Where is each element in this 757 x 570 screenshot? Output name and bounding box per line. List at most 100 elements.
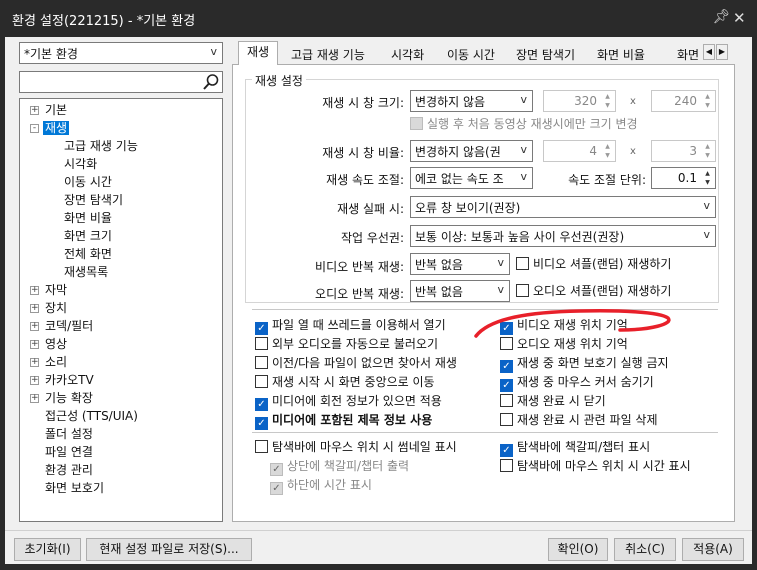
checks-left-checkbox[interactable]: ✓ 파일 열 때 쓰레드를 이용해서 열기 [255, 317, 446, 335]
tree-item-folder[interactable]: 폴더 설정 [45, 425, 93, 443]
tree-item-audio[interactable]: + 소리 [30, 353, 67, 371]
speed-select[interactable]: 에코 없는 속도 조 v [410, 167, 533, 189]
ratio-height-stepper[interactable]: 3 ▲ ▼ [651, 140, 716, 162]
tree-item-device[interactable]: + 장치 [30, 299, 67, 317]
first-only-checkbox[interactable]: 실행 후 처음 동영상 재생시에만 크기 변경 [410, 116, 638, 132]
window-title: 환경 설정(221215) - *기본 환경 [12, 14, 196, 29]
pin-icon[interactable]: 📌︎ [710, 9, 731, 25]
tab-playback[interactable]: 재생 [238, 41, 279, 65]
height-value: 240 [674, 94, 697, 108]
height-stepper[interactable]: 240 ▲ ▼ [651, 90, 716, 112]
speed-value: 에코 없는 속도 조 [415, 172, 504, 186]
expand-icon[interactable]: + [30, 286, 39, 295]
search-icon[interactable] [202, 73, 220, 91]
tab-visualization[interactable]: 시각화 [382, 44, 433, 64]
tree-item-visualization[interactable]: 시각화 [64, 155, 97, 173]
expand-icon[interactable]: + [30, 106, 39, 115]
tree-item-screensaver[interactable]: 화면 보호기 [45, 479, 104, 497]
chapter-checkbox[interactable]: ✓ 탐색바에 책갈피/챕터 표시 [500, 439, 651, 457]
tab-advanced[interactable]: 고급 재생 기능 [282, 44, 374, 64]
checks-right-checkbox[interactable]: 재생 완료 시 관련 파일 삭제 [500, 412, 658, 428]
expand-icon[interactable]: + [30, 340, 39, 349]
collapse-icon[interactable]: - [30, 124, 39, 133]
chapter-label: 탐색바에 책갈피/챕터 표시 [517, 440, 651, 454]
chevron-down-icon: v [497, 256, 504, 269]
video-shuffle-checkbox[interactable]: 비디오 셔플(랜덤) 재생하기 [516, 256, 671, 272]
audio-shuffle-checkbox[interactable]: 오디오 셔플(랜덤) 재생하기 [516, 283, 671, 299]
tree-item-size[interactable]: 화면 크기 [64, 227, 112, 245]
priority-select[interactable]: 보통 이상: 보통과 높음 사이 우선권(권장) v [410, 225, 716, 247]
tree-item-video[interactable]: + 영상 [30, 335, 67, 353]
close-icon[interactable]: ✕ [733, 9, 746, 27]
tree-item-fullscreen[interactable]: 전체 화면 [64, 245, 112, 263]
checkbox-box: ✓ [500, 379, 513, 392]
checks-right-checkbox[interactable]: 재생 완료 시 닫기 [500, 393, 606, 409]
tab-aspect[interactable]: 화면 비율 [588, 44, 654, 64]
thumbnail-checkbox[interactable]: 탐색바에 마우스 위치 시 썸네일 표시 [255, 439, 457, 455]
checkbox-label: 파일 열 때 쓰레드를 이용해서 열기 [272, 318, 446, 332]
mouse-time-checkbox[interactable]: 탐색바에 마우스 위치 시 시간 표시 [500, 458, 691, 474]
tree-item-kakaotv[interactable]: + 카카오TV [30, 371, 94, 389]
video-repeat-select[interactable]: 반복 없음 v [410, 253, 510, 275]
tree-item-subtitles[interactable]: + 자막 [30, 281, 67, 299]
expand-icon[interactable]: + [30, 304, 39, 313]
expand-icon[interactable]: + [30, 322, 39, 331]
cancel-button[interactable]: 취소(C) [614, 538, 676, 561]
window-ratio-select[interactable]: 변경하지 않음(권 v [410, 140, 533, 162]
spin-arrows-icon[interactable]: ▲ ▼ [701, 92, 714, 110]
apply-button[interactable]: 적용(A) [682, 538, 744, 561]
checkbox-label: 이전/다음 파일이 없으면 찾아서 재생 [272, 356, 457, 370]
expand-icon[interactable]: + [30, 358, 39, 367]
checks-left-checkbox[interactable]: ✓ 미디어에 포함된 제목 정보 사용 [255, 412, 432, 430]
expand-icon[interactable]: + [30, 376, 39, 385]
tree-item-association[interactable]: 파일 연결 [45, 443, 93, 461]
tree-item-aspect[interactable]: 화면 비율 [64, 209, 112, 227]
tab-seek-time[interactable]: 이동 시간 [438, 44, 504, 64]
tree-item-basic[interactable]: + 기본 [30, 101, 67, 119]
tree-item-profiles[interactable]: 환경 관리 [45, 461, 93, 479]
checks-left-checkbox[interactable]: ✓ 미디어에 회전 정보가 있으면 적용 [255, 393, 442, 411]
ratio-width-stepper[interactable]: 4 ▲ ▼ [543, 140, 616, 162]
tree-item-extensions[interactable]: + 기능 확장 [30, 389, 93, 407]
checkbox-box [500, 459, 513, 472]
window-size-select[interactable]: 변경하지 않음 v [410, 90, 533, 112]
title-bar[interactable]: 환경 설정(221215) - *기본 환경 📌︎ ✕ [0, 0, 757, 37]
checks-left-checkbox[interactable]: 이전/다음 파일이 없으면 찾아서 재생 [255, 355, 457, 371]
tree-item-seek-time[interactable]: 이동 시간 [64, 173, 112, 191]
reset-button[interactable]: 초기화(I) [14, 538, 81, 561]
tab-scroll-right-icon[interactable]: ▶ [716, 44, 728, 60]
chevron-down-icon: v [703, 228, 710, 241]
profile-select[interactable]: *기본 환경 v [19, 42, 223, 64]
tab-screen[interactable]: 화면 [668, 44, 702, 64]
checks-left-checkbox[interactable]: 재생 시작 시 화면 중앙으로 이동 [255, 374, 435, 390]
tree-item-codec[interactable]: + 코덱/필터 [30, 317, 93, 335]
spin-arrows-icon[interactable]: ▲ ▼ [701, 169, 714, 187]
spin-arrows-icon[interactable]: ▲ ▼ [701, 142, 714, 160]
spin-arrows-icon[interactable]: ▲ ▼ [601, 142, 614, 160]
tab-scroll-left-icon[interactable]: ◀ [703, 44, 715, 60]
tree-item-accessibility[interactable]: 접근성 (TTS/UIA) [45, 407, 138, 425]
tab-scene-explorer[interactable]: 장면 탐색기 [507, 44, 584, 64]
tree-item-playlist[interactable]: 재생목록 [64, 263, 108, 281]
bottom-time-checkbox[interactable]: ✓ 하단에 시간 표시 [270, 477, 372, 495]
ok-button[interactable]: 확인(O) [548, 538, 608, 561]
audio-repeat-select[interactable]: 반복 없음 v [410, 280, 510, 302]
tree-item-playback[interactable]: - 재생 [30, 119, 70, 137]
checkbox-label: 재생 중 화면 보호기 실행 금지 [517, 356, 669, 370]
tree-item-scene-explorer[interactable]: 장면 탐색기 [64, 191, 123, 209]
spin-arrows-icon[interactable]: ▲ ▼ [601, 92, 614, 110]
checks-right-checkbox[interactable]: ✓ 재생 중 화면 보호기 실행 금지 [500, 355, 669, 373]
tree-item-advanced[interactable]: 고급 재생 기능 [64, 137, 138, 155]
speed-unit-label: 속도 조절 단위: [568, 173, 646, 187]
speed-unit-stepper[interactable]: 0.1 ▲ ▼ [651, 167, 716, 189]
checks-left-checkbox[interactable]: 외부 오디오를 자동으로 불러오기 [255, 336, 438, 352]
top-chapter-checkbox[interactable]: ✓ 상단에 책갈피/챕터 출력 [270, 458, 409, 476]
search-input[interactable] [19, 71, 223, 93]
fail-select[interactable]: 오류 창 보이기(권장) v [410, 196, 716, 218]
expand-icon[interactable]: + [30, 394, 39, 403]
width-stepper[interactable]: 320 ▲ ▼ [543, 90, 616, 112]
checkbox-box: ✓ [255, 417, 268, 430]
save-file-button[interactable]: 현재 설정 파일로 저장(S)... [86, 538, 252, 561]
checks-right-checkbox[interactable]: ✓ 재생 중 마우스 커서 숨기기 [500, 374, 654, 392]
window-size-label: 재생 시 창 크기: [322, 96, 404, 110]
